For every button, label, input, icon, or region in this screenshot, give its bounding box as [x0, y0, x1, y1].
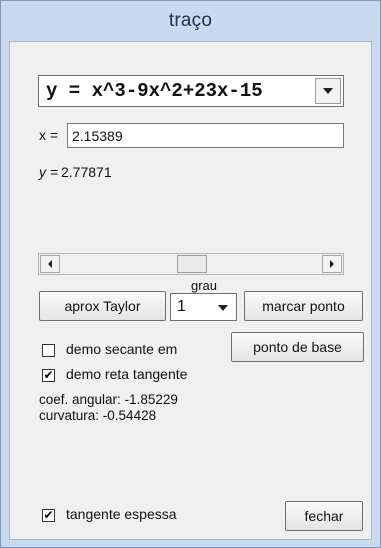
tangent-demo-checkbox[interactable]: ✔: [42, 369, 55, 382]
taylor-approx-button[interactable]: aprox Taylor: [39, 291, 166, 321]
mark-point-button[interactable]: marcar ponto: [244, 291, 363, 321]
equation-dropdown-button[interactable]: [315, 78, 341, 104]
tangent-demo-label: demo reta tangente: [66, 366, 188, 382]
thick-tangent-checkbox[interactable]: ✔: [42, 509, 55, 522]
thick-tangent-label: tangente espessa: [66, 506, 177, 522]
equation-dropdown[interactable]: y = x^3-9x^2+23x-15: [38, 75, 344, 107]
x-value-input[interactable]: [67, 123, 344, 148]
degree-label: grau: [191, 278, 218, 293]
scroll-left-button[interactable]: [40, 255, 60, 273]
y-readout-label: y =: [39, 164, 58, 180]
scroll-right-button[interactable]: [322, 255, 342, 273]
dialog-client-area: y = x^3-9x^2+23x-15 x = y = 2.77871 grau…: [9, 41, 372, 540]
base-point-button[interactable]: ponto de base: [231, 332, 364, 362]
chevron-down-icon: [218, 304, 228, 311]
checkmark-icon: ✔: [43, 508, 54, 522]
trace-dialog-window: traço y = x^3-9x^2+23x-15 x = y = 2.7787…: [0, 0, 381, 548]
slope-label: coef. angular:: [39, 392, 121, 407]
arrow-right-icon: [330, 260, 334, 268]
chevron-down-icon: [323, 88, 333, 94]
equation-selected-text: y = x^3-9x^2+23x-15: [46, 80, 263, 102]
degree-selected-value: 1: [177, 298, 186, 315]
slider-thumb[interactable]: [177, 255, 207, 273]
slope-value: -1.85229: [124, 392, 178, 407]
degree-dropdown[interactable]: 1: [170, 293, 237, 321]
degree-dropdown-button[interactable]: [212, 297, 234, 318]
close-button[interactable]: fechar: [285, 501, 363, 531]
y-readout-label-text: y =: [39, 164, 59, 180]
y-readout-value: 2.77871: [61, 164, 112, 180]
curvature-label: curvatura:: [39, 408, 100, 423]
arrow-left-icon: [48, 260, 52, 268]
secant-demo-label: demo secante em: [66, 341, 178, 357]
x-slider-scrollbar[interactable]: [38, 253, 344, 275]
secant-demo-checkbox[interactable]: [42, 344, 55, 357]
curvature-readout: curvatura: -0.54428: [39, 408, 156, 423]
x-field-label: x =: [39, 127, 59, 143]
checkmark-icon: ✔: [43, 368, 54, 382]
window-title: traço: [168, 10, 213, 31]
slope-readout: coef. angular: -1.85229: [39, 392, 178, 407]
curvature-value: -0.54428: [102, 408, 157, 423]
